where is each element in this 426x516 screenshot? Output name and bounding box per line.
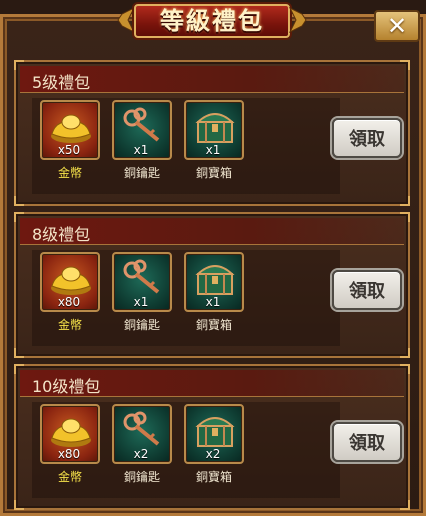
item-name: 金幣 [57,166,82,180]
item-name: 銅寶箱 [195,318,232,332]
item-name: 金幣 [57,318,82,332]
ornament-left-icon [117,6,136,34]
item-quantity: x80 [57,447,81,461]
item-quantity: x2 [205,447,221,461]
item-name: 銅鑰匙 [123,166,160,180]
gift-pack-panel: 5级禮包 x50 金幣 x1 銅鑰匙 x1 銅寶箱 領取 [14,60,410,206]
copper-key-icon [123,107,160,142]
item-gold[interactable]: x50 金幣 [40,100,100,190]
panel-header: 10级禮包 [20,370,404,397]
title-banner: 等級禮包 [116,0,308,42]
copper-chest-icon [195,113,235,143]
item-name: 銅鑰匙 [123,318,160,332]
gold-ingot-icon [51,266,91,295]
item-name: 銅寶箱 [195,166,232,180]
item-gold[interactable]: x80 金幣 [40,252,100,342]
item-quantity: x1 [133,143,149,157]
gold-ingot-icon [51,114,91,143]
panel-header: 5级禮包 [20,66,404,93]
item-key[interactable]: x1 銅鑰匙 [112,100,172,190]
item-slot[interactable]: x80 [40,404,100,464]
copper-chest-icon [195,417,235,447]
item-slot[interactable]: x50 [40,100,100,160]
gift-pack-panel: 8级禮包 x80 金幣 x1 銅鑰匙 x1 銅寶箱 領取 [14,212,410,358]
item-name: 銅寶箱 [195,470,232,484]
item-slot[interactable]: x1 [112,100,172,160]
window-title: 等級禮包 [160,7,264,35]
claim-button[interactable]: 領取 [332,422,402,462]
claim-button[interactable]: 領取 [332,270,402,310]
item-slot[interactable]: x2 [184,404,244,464]
item-name: 銅鑰匙 [123,470,160,484]
item-quantity: x1 [205,295,221,309]
pack-title: 10级禮包 [32,377,101,396]
claim-button[interactable]: 領取 [332,118,402,158]
panel-header: 8级禮包 [20,218,404,245]
item-slot[interactable]: x2 [112,404,172,464]
copper-key-icon [123,411,160,446]
item-key[interactable]: x2 銅鑰匙 [112,404,172,494]
gift-pack-panel: 10级禮包 x80 金幣 x2 銅鑰匙 x2 銅寶箱 領取 [14,364,410,510]
item-slot[interactable]: x1 [184,100,244,160]
item-chest[interactable]: x1 銅寶箱 [184,252,244,342]
gold-ingot-icon [51,418,91,447]
item-slot[interactable]: x1 [184,252,244,312]
item-quantity: x1 [205,143,221,157]
copper-chest-icon [195,265,235,295]
copper-key-icon [123,259,160,294]
item-key[interactable]: x1 銅鑰匙 [112,252,172,342]
close-icon: ✕ [386,12,408,40]
ornament-right-icon [288,6,307,34]
title-plate: 等級禮包 [134,4,290,38]
item-quantity: x80 [57,295,81,309]
pack-title: 5级禮包 [32,73,91,92]
item-quantity: x2 [133,447,149,461]
item-quantity: x50 [57,143,81,157]
item-quantity: x1 [133,295,149,309]
item-slot[interactable]: x1 [112,252,172,312]
item-chest[interactable]: x2 銅寶箱 [184,404,244,494]
close-button[interactable]: ✕ [374,10,420,42]
item-chest[interactable]: x1 銅寶箱 [184,100,244,190]
item-gold[interactable]: x80 金幣 [40,404,100,494]
item-name: 金幣 [57,470,82,484]
item-slot[interactable]: x80 [40,252,100,312]
pack-title: 8级禮包 [32,225,91,244]
